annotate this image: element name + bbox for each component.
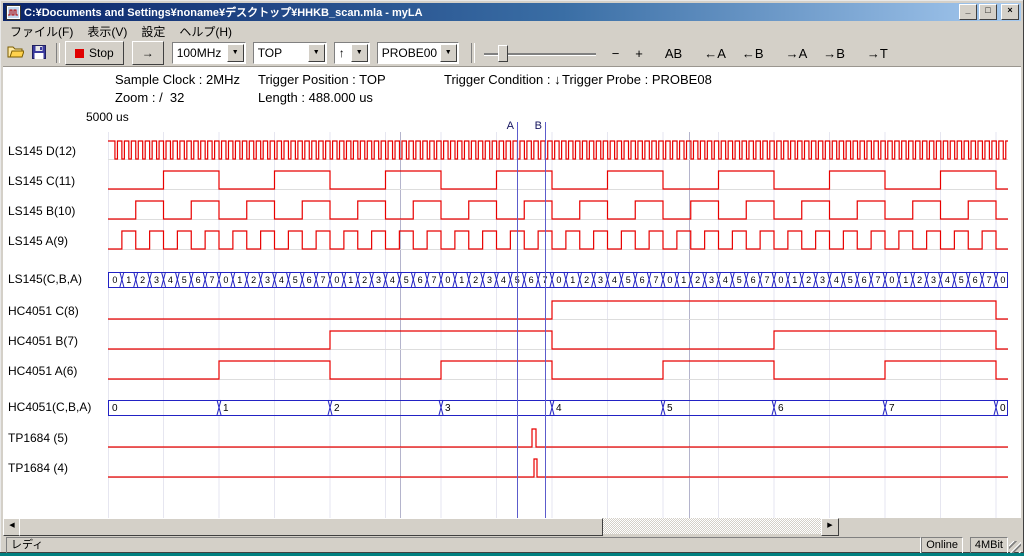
- trigger-position-value: TOP: [254, 46, 307, 60]
- window-title: C:¥Documents and Settings¥noname¥デスクトップ¥…: [24, 4, 957, 20]
- channel-label: LS145 D(12): [8, 144, 76, 158]
- menu-help[interactable]: ヘルプ(H): [172, 22, 239, 41]
- ab-cursors-button[interactable]: AB: [660, 44, 687, 63]
- time-scale-label: 5000 us: [86, 110, 129, 124]
- menu-file[interactable]: ファイル(F): [3, 22, 80, 41]
- resize-grip-icon[interactable]: [1009, 541, 1021, 553]
- probe-select-value: PROBE00: [378, 46, 439, 60]
- horizontal-scrollbar[interactable]: ◀ ▶: [3, 518, 839, 534]
- stop-button-label: Stop: [89, 46, 114, 60]
- chevron-down-icon[interactable]: ▼: [308, 44, 325, 62]
- channel-label: HC4051 A(6): [8, 364, 77, 378]
- scroll-right-button[interactable]: ▶: [821, 518, 839, 536]
- next-b-button[interactable]: →B: [818, 44, 850, 63]
- channel-label: LS145 A(9): [8, 234, 68, 248]
- length-info: Length : 488.000 us: [258, 90, 373, 105]
- chevron-down-icon[interactable]: ▼: [351, 44, 368, 62]
- toolbar-separator: [56, 43, 60, 63]
- stop-icon: [75, 49, 84, 58]
- status-message: レディ: [6, 537, 921, 553]
- close-button[interactable]: ×: [1001, 4, 1019, 20]
- prev-b-button[interactable]: ←B: [737, 44, 769, 63]
- menu-settings[interactable]: 設定: [134, 22, 172, 41]
- channel-label: HC4051 C(8): [8, 304, 79, 318]
- next-a-button[interactable]: →A: [781, 44, 813, 63]
- zoom-in-button[interactable]: +: [630, 44, 648, 63]
- toolbar: Stop → 100MHz ▼ TOP ▼ ↑ ▼ PROBE00 ▼ − + …: [3, 40, 1021, 67]
- sample-clock-info: Sample Clock : 2MHz: [115, 72, 240, 87]
- open-button[interactable]: [3, 42, 27, 64]
- scrollbar-thumb[interactable]: [19, 518, 603, 536]
- trigger-edge-value: ↑: [335, 46, 350, 60]
- trigger-edge-select[interactable]: ↑ ▼: [334, 42, 370, 64]
- online-status-badge: Online: [921, 537, 963, 553]
- floppy-disk-icon: [32, 45, 46, 62]
- chevron-down-icon[interactable]: ▼: [227, 44, 244, 62]
- minimize-button[interactable]: _: [959, 4, 977, 20]
- title-bar[interactable]: C:¥Documents and Settings¥noname¥デスクトップ¥…: [3, 3, 1021, 21]
- app-icon[interactable]: [6, 5, 21, 20]
- chevron-down-icon[interactable]: ▼: [440, 44, 457, 62]
- zoom-slider-thumb[interactable]: [498, 45, 508, 62]
- zoom-slider[interactable]: [484, 42, 596, 64]
- channel-label: TP1684 (4): [8, 461, 68, 475]
- channel-label: HC4051(C,B,A): [8, 400, 91, 414]
- open-folder-icon: [7, 45, 24, 61]
- prev-a-button[interactable]: ←A: [699, 44, 731, 63]
- menu-bar: ファイル(F) 表示(V) 設定 ヘルプ(H): [3, 22, 1021, 40]
- trigger-position-select[interactable]: TOP ▼: [253, 42, 327, 64]
- menu-view[interactable]: 表示(V): [80, 22, 134, 41]
- maximize-button[interactable]: □: [979, 4, 997, 20]
- trigger-condition-info: Trigger Condition : ↓: [444, 72, 561, 87]
- clock-select[interactable]: 100MHz ▼: [172, 42, 246, 64]
- goto-trigger-button[interactable]: →T: [862, 44, 893, 63]
- channel-label: LS145 B(10): [8, 204, 75, 218]
- toolbar-separator: [471, 43, 475, 63]
- stop-button[interactable]: Stop: [65, 41, 124, 65]
- memory-status-badge: 4MBit: [970, 537, 1008, 553]
- trigger-position-info: Trigger Position : TOP: [258, 72, 386, 87]
- probe-select[interactable]: PROBE00 ▼: [377, 42, 459, 64]
- app-window: C:¥Documents and Settings¥noname¥デスクトップ¥…: [0, 0, 1024, 553]
- channel-label: TP1684 (5): [8, 431, 68, 445]
- zoom-out-button[interactable]: −: [607, 44, 625, 63]
- waveform-area[interactable]: [3, 67, 1021, 518]
- run-button[interactable]: →: [132, 41, 164, 65]
- channel-label: LS145 C(11): [8, 174, 75, 188]
- clock-select-value: 100MHz: [173, 46, 226, 60]
- channel-label: LS145(C,B,A): [8, 272, 82, 286]
- save-button[interactable]: [27, 42, 51, 64]
- channel-label: HC4051 B(7): [8, 334, 78, 348]
- trigger-probe-info: Trigger Probe : PROBE08: [562, 72, 712, 87]
- run-arrow-icon: →: [142, 46, 154, 60]
- zoom-info: Zoom : / 32: [115, 90, 184, 105]
- status-bar: レディ Online 4MBit: [3, 536, 1021, 553]
